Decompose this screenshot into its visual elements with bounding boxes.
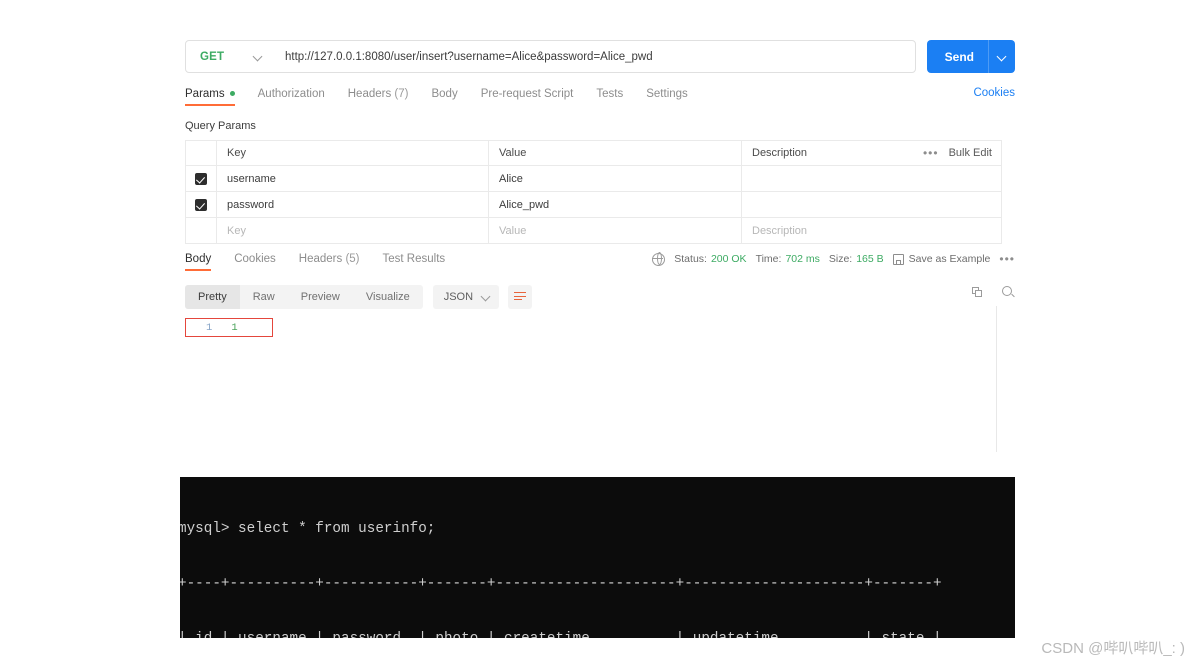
- column-header-key: Key: [227, 147, 246, 159]
- time-value: 702 ms: [785, 253, 820, 265]
- table-header-row: Key Value Description ••• Bulk Edit: [186, 141, 1001, 166]
- size-value: 165 B: [856, 253, 884, 265]
- request-tabs: Params Authorization Headers (7) Body Pr…: [185, 87, 1015, 107]
- response-body-value: 1: [231, 321, 238, 334]
- tab-authorization-label: Authorization: [257, 88, 325, 100]
- column-header-description: Description: [752, 147, 808, 159]
- response-tab-headers-count: (5): [345, 253, 360, 265]
- wrap-lines-button[interactable]: [508, 285, 533, 309]
- response-tab-body[interactable]: Body: [185, 253, 212, 271]
- response-tab-headers[interactable]: Headers (5): [299, 253, 360, 271]
- tab-settings-label: Settings: [646, 88, 688, 100]
- send-button[interactable]: Send: [926, 40, 1015, 73]
- new-param-value-input[interactable]: Value: [499, 225, 526, 237]
- response-tools: [972, 286, 1015, 299]
- empty-checkbox-cell: [186, 218, 217, 243]
- content-type-label: JSON: [443, 291, 474, 303]
- params-modified-dot-icon: [229, 91, 235, 97]
- response-tab-cookies[interactable]: Cookies: [234, 253, 276, 271]
- response-body-highlight: 1 1: [185, 318, 273, 337]
- column-header-value: Value: [499, 147, 527, 159]
- cookies-link[interactable]: Cookies: [973, 87, 1015, 99]
- response-tab-test-results-label: Test Results: [382, 253, 446, 265]
- wrap-line-2: [514, 295, 527, 297]
- status-badge: 200 OK: [710, 253, 747, 265]
- globe-icon: [652, 252, 666, 266]
- response-body-viewer: 1 1: [185, 306, 1015, 464]
- tab-headers-count: (7): [394, 88, 409, 100]
- tab-params[interactable]: Params: [185, 88, 235, 106]
- url-input-container: GET http://127.0.0.1:8080/user/insert?us…: [185, 40, 916, 73]
- send-button-label: Send: [944, 49, 974, 64]
- format-pretty[interactable]: Pretty: [185, 285, 240, 309]
- format-preview[interactable]: Preview: [288, 285, 353, 309]
- chevron-down-icon: [482, 293, 490, 301]
- terminal-line-border-top: +----+----------+-----------+-------+---…: [180, 576, 942, 593]
- query-params-title: Query Params: [185, 120, 256, 132]
- response-tabs: Body Cookies Headers (5) Test Results St…: [185, 252, 1015, 272]
- row-checkbox[interactable]: [195, 198, 207, 211]
- terminal-line-column-headers: | id | username | password | photo | cre…: [180, 630, 1015, 638]
- tab-headers[interactable]: Headers (7): [348, 88, 409, 106]
- tab-authorization[interactable]: Authorization: [258, 88, 325, 106]
- param-key[interactable]: password: [227, 199, 274, 211]
- tab-body-label: Body: [431, 88, 458, 100]
- header-checkbox-cell: [186, 141, 217, 165]
- size-label: Size:: [828, 253, 853, 265]
- http-method-selector[interactable]: GET: [186, 41, 270, 72]
- save-disk-icon: [892, 253, 904, 265]
- tab-params-label: Params: [185, 88, 225, 100]
- postman-request-panel: GET http://127.0.0.1:8080/user/insert?us…: [185, 40, 1015, 244]
- response-more-options-icon[interactable]: •••: [999, 252, 1015, 266]
- response-panel-divider: [996, 306, 997, 452]
- tab-body[interactable]: Body: [431, 88, 457, 106]
- param-value[interactable]: Alice_pwd: [499, 199, 549, 211]
- url-input[interactable]: http://127.0.0.1:8080/user/insert?userna…: [271, 51, 915, 63]
- time-label: Time:: [755, 253, 782, 265]
- response-tab-cookies-label: Cookies: [234, 253, 276, 265]
- table-row: username Alice: [186, 166, 1001, 192]
- chevron-down-icon: [254, 53, 262, 61]
- format-raw[interactable]: Raw: [240, 285, 288, 309]
- terminal-line-command: mysql> select * from userinfo;: [180, 520, 436, 537]
- copy-icon[interactable]: [972, 287, 983, 298]
- bulk-edit-button[interactable]: Bulk Edit: [949, 147, 992, 159]
- query-params-table: Key Value Description ••• Bulk Edit user…: [185, 140, 1002, 244]
- tab-headers-label: Headers: [347, 88, 392, 100]
- url-bar-row: GET http://127.0.0.1:8080/user/insert?us…: [185, 40, 1015, 73]
- response-tab-headers-label: Headers: [298, 253, 343, 265]
- tab-tests-label: Tests: [596, 88, 624, 100]
- row-checkbox[interactable]: [195, 172, 207, 185]
- new-param-description-input[interactable]: Description: [752, 225, 807, 237]
- status-label: Status:: [674, 253, 707, 265]
- param-key[interactable]: username: [227, 173, 276, 185]
- send-options-chevron-down-icon[interactable]: [988, 40, 1015, 73]
- response-status-bar: Status: 200 OK Time: 702 ms Size: 165 B …: [652, 252, 1015, 266]
- response-tab-test-results[interactable]: Test Results: [383, 253, 446, 271]
- table-row: password Alice_pwd: [186, 192, 1001, 218]
- response-tab-body-label: Body: [185, 253, 212, 265]
- tab-tests[interactable]: Tests: [596, 88, 623, 106]
- more-options-icon[interactable]: •••: [923, 146, 939, 160]
- search-icon[interactable]: [1002, 286, 1015, 299]
- param-value[interactable]: Alice: [499, 173, 523, 185]
- format-visualize[interactable]: Visualize: [353, 285, 423, 309]
- bulk-edit-group: ••• Bulk Edit: [923, 146, 1001, 160]
- tab-pre-request-script-label: Pre-request Script: [480, 88, 574, 100]
- line-number: 1: [206, 321, 213, 334]
- http-method-label: GET: [200, 50, 225, 63]
- wrap-line-1: [514, 292, 527, 294]
- tab-settings[interactable]: Settings: [646, 88, 688, 106]
- mysql-terminal[interactable]: mysql> select * from userinfo; +----+---…: [180, 477, 1015, 638]
- tab-pre-request-script[interactable]: Pre-request Script: [481, 88, 574, 106]
- response-format-toolbar: Pretty Raw Preview Visualize JSON: [185, 285, 1015, 309]
- new-param-key-input[interactable]: Key: [227, 225, 246, 237]
- content-type-selector[interactable]: JSON: [432, 285, 500, 309]
- wrap-line-3: [514, 299, 523, 301]
- postman-response-panel: Body Cookies Headers (5) Test Results St…: [185, 252, 1015, 464]
- format-tab-group: Pretty Raw Preview Visualize: [185, 285, 423, 309]
- table-row-empty: Key Value Description: [186, 218, 1001, 244]
- save-as-example-button[interactable]: Save as Example: [909, 253, 991, 265]
- csdn-watermark: CSDN @哔叭哔叭_: ): [1041, 640, 1185, 657]
